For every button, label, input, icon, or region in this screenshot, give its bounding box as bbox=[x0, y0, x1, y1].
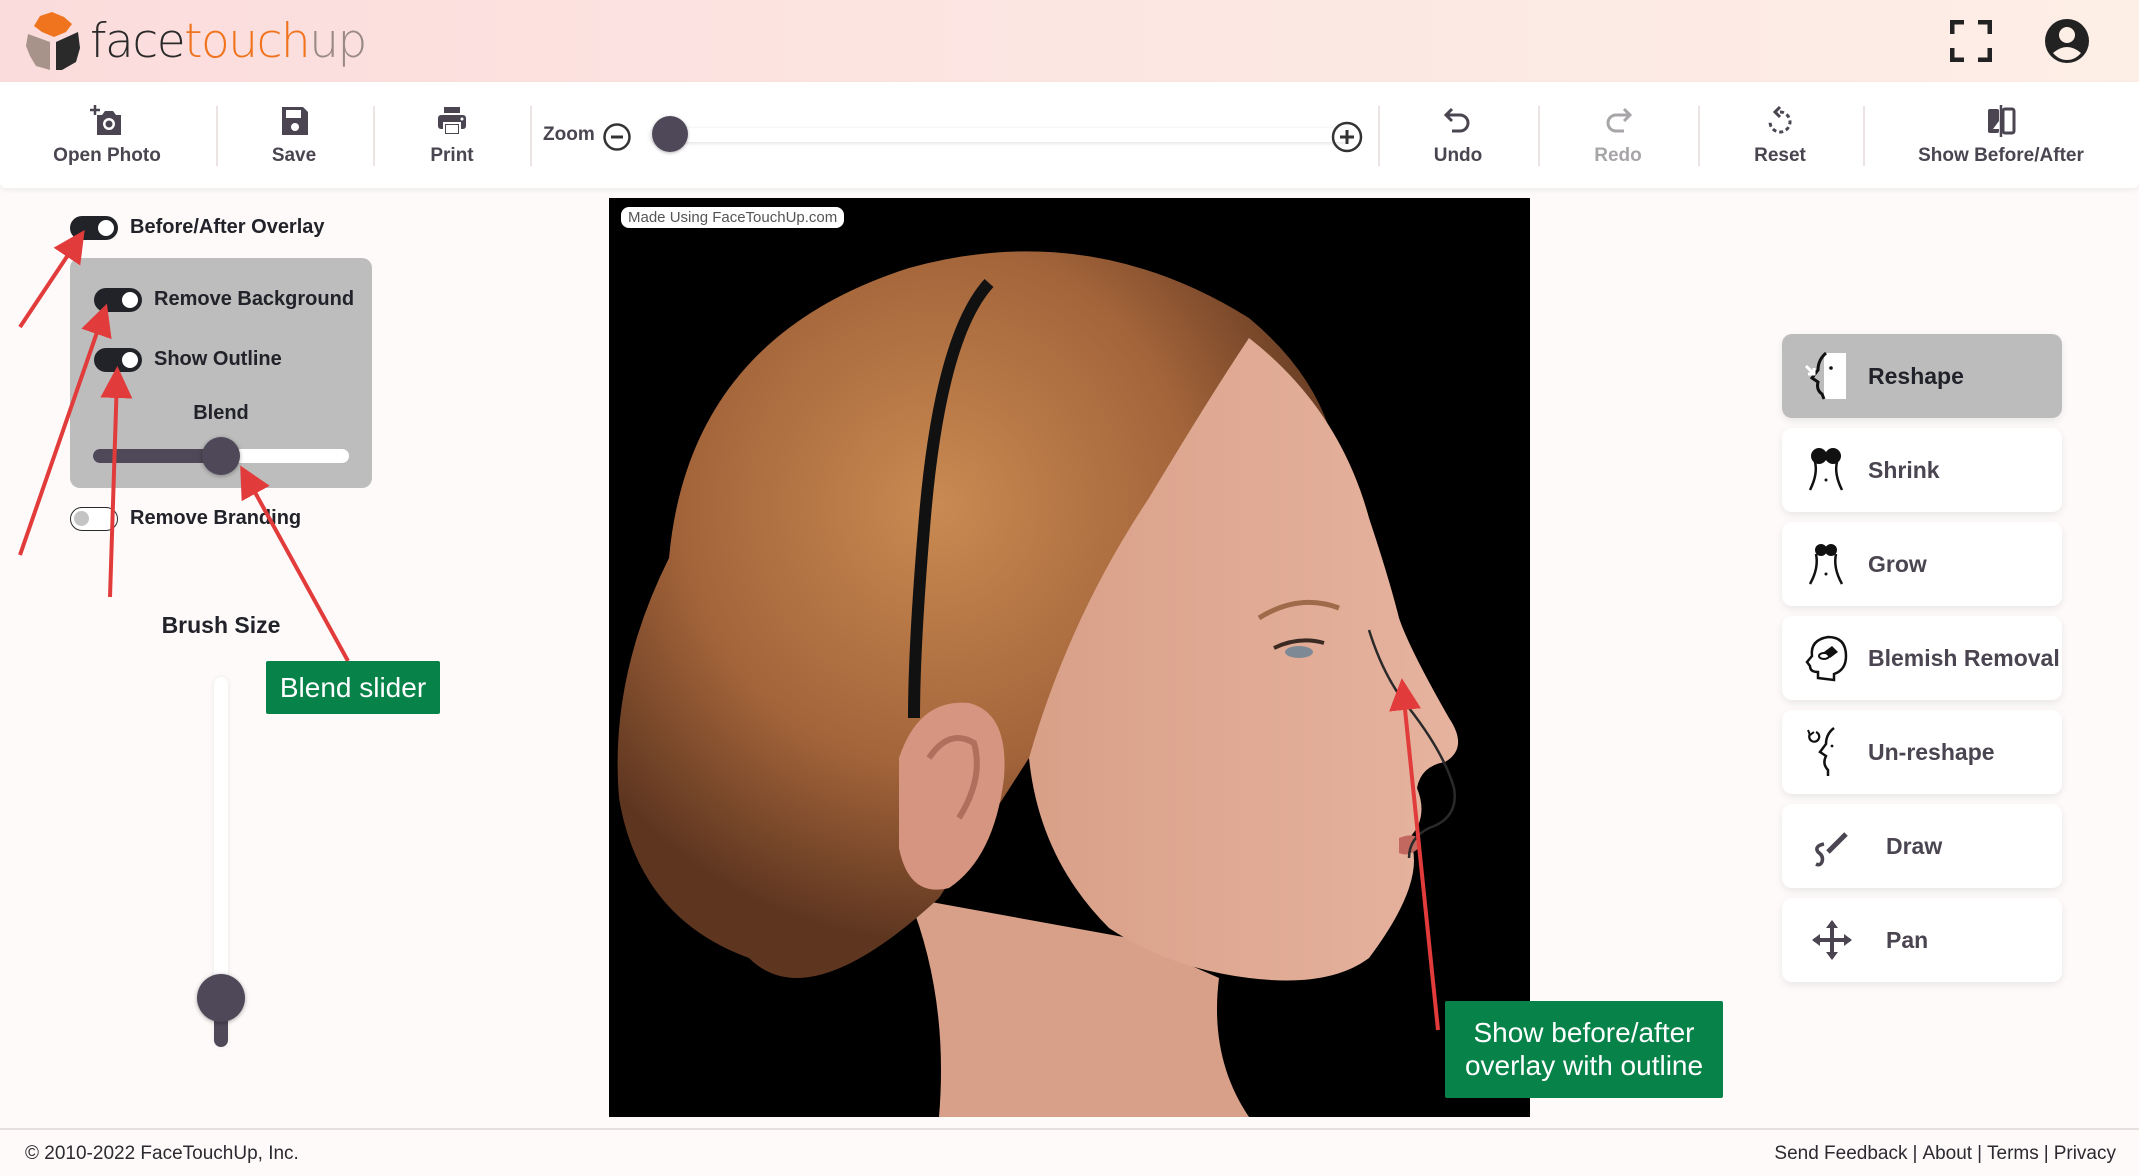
tool-blemish-removal-label: Blemish Removal bbox=[1868, 644, 2060, 671]
tool-shrink-label: Shrink bbox=[1868, 456, 1940, 483]
tool-pan-label: Pan bbox=[1886, 926, 1929, 953]
blend-slider-callout: Blend slider bbox=[266, 661, 440, 714]
toolbar-divider bbox=[1538, 106, 1540, 166]
remove-branding-toggle[interactable] bbox=[70, 507, 118, 531]
remove-background-toggle[interactable] bbox=[94, 288, 142, 312]
zoom-slider-thumb[interactable] bbox=[652, 116, 688, 152]
draw-pen-icon bbox=[1815, 832, 1848, 867]
grow-body-icon bbox=[1808, 544, 1844, 585]
logo-word-face: face bbox=[90, 13, 186, 69]
zoom-out-icon[interactable] bbox=[602, 122, 632, 152]
toolbar-divider bbox=[1863, 106, 1865, 166]
print-button[interactable]: Print bbox=[392, 82, 512, 188]
footer: © 2010-2022 FaceTouchUp, Inc. Send Feedb… bbox=[0, 1128, 2139, 1176]
save-label: Save bbox=[271, 145, 317, 166]
before-after-overlay-toggle[interactable] bbox=[70, 216, 118, 240]
logo-word-touch: touch bbox=[184, 13, 311, 69]
tool-pan[interactable]: Pan bbox=[1782, 898, 2062, 982]
open-photo-label: Open Photo bbox=[53, 145, 161, 166]
send-feedback-link[interactable]: Send Feedback bbox=[1774, 1143, 1907, 1164]
toolbar-divider bbox=[373, 106, 375, 166]
toolbar-divider bbox=[1378, 106, 1380, 166]
logo-cube-icon bbox=[26, 12, 80, 70]
tool-reshape[interactable]: Reshape bbox=[1782, 334, 2062, 418]
compare-icon bbox=[1988, 105, 2016, 137]
remove-background-label: Remove Background bbox=[154, 288, 355, 310]
logo[interactable]: facetouchup bbox=[22, 10, 367, 72]
remove-branding-label: Remove Branding bbox=[130, 507, 302, 529]
toolbar-divider bbox=[1698, 106, 1700, 166]
tool-draw[interactable]: Draw bbox=[1782, 804, 2062, 888]
undo-label: Undo bbox=[1433, 145, 1483, 166]
copyright-text: © 2010-2022 FaceTouchUp, Inc. bbox=[25, 1143, 299, 1164]
zoom-in-icon[interactable] bbox=[1330, 120, 1364, 154]
blend-slider-thumb[interactable] bbox=[202, 437, 240, 475]
shrink-body-icon bbox=[1808, 448, 1844, 491]
reset-icon bbox=[1768, 105, 1792, 134]
fullscreen-icon[interactable] bbox=[1950, 20, 1992, 62]
blemish-removal-head-icon bbox=[1805, 635, 1848, 682]
print-label: Print bbox=[430, 145, 474, 166]
about-link[interactable]: About bbox=[1922, 1143, 1972, 1164]
pan-move-icon bbox=[1812, 920, 1852, 960]
show-outline-label: Show Outline bbox=[154, 348, 282, 370]
reshape-face-icon bbox=[1804, 351, 1846, 400]
logo-text: facetouchup bbox=[90, 18, 367, 65]
add-photo-icon bbox=[90, 105, 121, 135]
privacy-link[interactable]: Privacy bbox=[2054, 1143, 2116, 1164]
save-button[interactable]: Save bbox=[234, 82, 354, 188]
open-photo-button[interactable]: Open Photo bbox=[47, 82, 167, 188]
tool-grow[interactable]: Grow bbox=[1782, 522, 2062, 606]
floppy-disk-icon bbox=[282, 107, 308, 135]
brush-size-slider-thumb[interactable] bbox=[197, 973, 245, 1022]
blend-label: Blend bbox=[193, 402, 249, 424]
logo-word-up: up bbox=[309, 13, 367, 69]
footer-links: Send Feedback | About | Terms | Privacy bbox=[1774, 1143, 2116, 1165]
overlay-options-panel: Remove Background Show Outline Blend bbox=[70, 258, 372, 488]
unreshape-face-icon bbox=[1807, 727, 1835, 776]
toolbar-divider bbox=[216, 106, 218, 166]
photo-canvas[interactable]: Made Using FaceTouchUp.com bbox=[609, 198, 1530, 1117]
show-outline-toggle[interactable] bbox=[94, 348, 142, 372]
show-before-after-button[interactable]: Show Before/After bbox=[1906, 82, 2096, 188]
ear bbox=[899, 702, 1005, 890]
brush-size-label: Brush Size bbox=[161, 612, 281, 638]
undo-icon bbox=[1443, 107, 1470, 133]
portrait-photo bbox=[617, 251, 1459, 1117]
redo-icon bbox=[1606, 107, 1633, 133]
brush-size-slider[interactable] bbox=[197, 677, 245, 1047]
link-separator: | bbox=[2043, 1143, 2049, 1164]
tool-unreshape[interactable]: Un-reshape bbox=[1782, 710, 2062, 794]
outline-callout-line1: Show before/after bbox=[1473, 1017, 1695, 1048]
blend-slider[interactable] bbox=[93, 437, 349, 475]
outline-callout-line2: overlay with outline bbox=[1464, 1050, 1704, 1081]
show-before-after-label: Show Before/After bbox=[1918, 145, 2084, 166]
printer-icon bbox=[438, 107, 466, 136]
redo-label: Redo bbox=[1594, 145, 1642, 166]
tool-shrink[interactable]: Shrink bbox=[1782, 428, 2062, 512]
watermark-badge: Made Using FaceTouchUp.com bbox=[621, 207, 845, 228]
before-after-overlay-label: Before/After Overlay bbox=[130, 216, 325, 238]
zoom-slider[interactable] bbox=[650, 128, 1350, 142]
outline-overlay-callout: Show before/after overlay with outline bbox=[1445, 1001, 1723, 1098]
reset-button[interactable]: Reset bbox=[1720, 82, 1840, 188]
toolbar-divider bbox=[530, 106, 532, 166]
link-separator: | bbox=[1912, 1143, 1918, 1164]
tool-blemish-removal[interactable]: Blemish Removal bbox=[1782, 616, 2062, 700]
zoom-control: Zoom bbox=[540, 82, 1370, 188]
reset-label: Reset bbox=[1754, 145, 1806, 166]
tool-grow-label: Grow bbox=[1868, 550, 1927, 577]
account-circle-icon[interactable] bbox=[2043, 17, 2091, 65]
tool-draw-label: Draw bbox=[1886, 832, 1943, 859]
toolbar: Open Photo Save Print Zoom Undo Redo Res… bbox=[0, 82, 2139, 188]
tool-reshape-label: Reshape bbox=[1868, 362, 1964, 389]
zoom-label: Zoom bbox=[543, 124, 595, 145]
redo-button[interactable]: Redo bbox=[1558, 82, 1678, 188]
app-header: facetouchup bbox=[0, 0, 2139, 82]
tool-unreshape-label: Un-reshape bbox=[1868, 738, 1995, 765]
undo-button[interactable]: Undo bbox=[1398, 82, 1518, 188]
terms-link[interactable]: Terms bbox=[1987, 1143, 2039, 1164]
link-separator: | bbox=[1977, 1143, 1983, 1164]
